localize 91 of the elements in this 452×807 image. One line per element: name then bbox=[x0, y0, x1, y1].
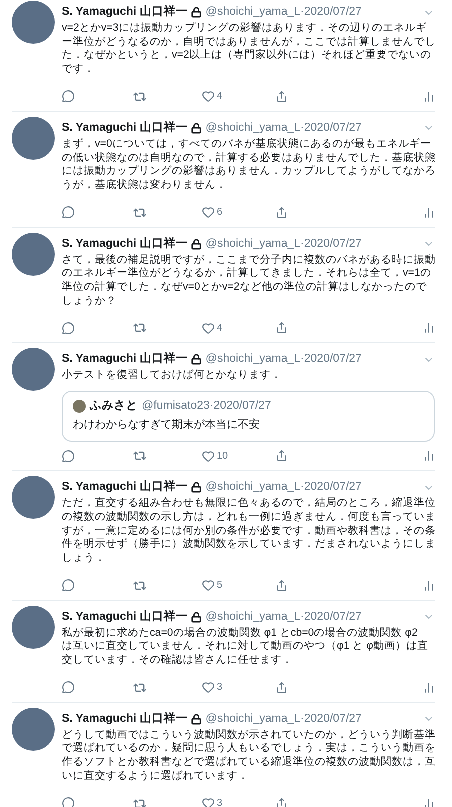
tweet-date[interactable]: 2020/07/27 bbox=[304, 479, 362, 496]
analytics-icon[interactable] bbox=[423, 450, 435, 462]
author-handle[interactable]: @shoichi_yama_L bbox=[206, 120, 301, 137]
lock-icon bbox=[190, 482, 202, 494]
share-icon[interactable] bbox=[276, 322, 288, 334]
tweet-date[interactable]: 2020/07/27 bbox=[304, 608, 362, 626]
tweet-text: 小テストを復習しておけば何とかなります． bbox=[62, 368, 283, 384]
lock-icon bbox=[190, 238, 202, 250]
avatar[interactable] bbox=[12, 348, 55, 392]
like-icon[interactable] bbox=[202, 681, 215, 694]
share-icon[interactable] bbox=[276, 90, 288, 103]
author-name[interactable]: S. Yamaguchi 山口祥一 bbox=[62, 120, 188, 137]
reply-icon[interactable] bbox=[62, 322, 75, 335]
quoted-text: わけわからなすぎて期末が本当に不安 bbox=[73, 418, 261, 434]
analytics-icon[interactable] bbox=[423, 322, 435, 334]
analytics-icon[interactable] bbox=[423, 580, 435, 592]
author-name: ふみさと bbox=[90, 399, 138, 414]
like-icon[interactable] bbox=[202, 90, 215, 104]
tweet-text: v=2とかv=3には振動カップリングの影響はあります．その辺りのエネルギ ー準位がどうなるのか，自明ではありませんが，ここでは計算しませんでし た．なぜかというと，v=2以上は（専門家以外には）それほど重要でないの です． bbox=[62, 21, 435, 77]
avatar[interactable] bbox=[12, 116, 55, 160]
separator-dot: · bbox=[210, 399, 214, 414]
share-icon[interactable] bbox=[276, 682, 288, 694]
reply-icon[interactable] bbox=[62, 579, 75, 592]
lock-icon bbox=[190, 122, 202, 134]
author-name[interactable]: S. Yamaguchi 山口祥一 bbox=[62, 710, 188, 728]
avatar[interactable] bbox=[12, 606, 55, 649]
separator-dot: · bbox=[300, 120, 304, 136]
author-name[interactable]: S. Yamaguchi 山口祥一 bbox=[62, 351, 188, 368]
separator-dot: · bbox=[300, 352, 304, 368]
share-icon[interactable] bbox=[276, 206, 288, 219]
like-icon[interactable] bbox=[202, 322, 215, 335]
avatar[interactable] bbox=[12, 476, 55, 520]
like-icon[interactable] bbox=[202, 579, 215, 592]
author-handle[interactable]: @shoichi_yama_L bbox=[206, 236, 301, 253]
separator-dot: · bbox=[300, 712, 304, 727]
tweet-date[interactable]: 2020/07/27 bbox=[304, 351, 362, 368]
like-count: 10 bbox=[217, 450, 228, 464]
author-handle[interactable]: @shoichi_yama_L bbox=[206, 479, 301, 496]
author-name[interactable]: S. Yamaguchi 山口祥一 bbox=[62, 236, 188, 253]
share-icon[interactable] bbox=[276, 450, 288, 462]
tweet-text: どうして動画ではこういう波動関数が示されていたのか，どういう判断基準 で選ばれているのか，疑問に思う人もいるでしょう．実は，こういう動画を 作るソフトとか教科書などで選ばれている縮退準位の複数の波動関数は，互 いに直交するように選ばれています． bbox=[62, 728, 435, 784]
analytics-icon[interactable] bbox=[423, 798, 435, 807]
tweet-date[interactable]: 2020/07/27 bbox=[304, 236, 362, 253]
author-handle[interactable]: @shoichi_yama_L bbox=[206, 351, 301, 368]
share-icon[interactable] bbox=[276, 798, 288, 807]
analytics-icon[interactable] bbox=[423, 682, 435, 694]
tweet-text: ただ，直交する組み合わせも無限に色々あるので，結局のところ，縮退準位 の複数の波動関数の示し方は，どれも一例に過ぎません．何度も言っていま すが，一意に定めるには何か別の条件が必要です．動画や教科書は，その条 件を明示せず（勝手に）波動関数を示しています．だまされないようにしま しょう． bbox=[62, 496, 435, 566]
reply-icon[interactable] bbox=[62, 90, 75, 104]
quoted-tweet[interactable]: ふみさと @fumisato23·2020/07/27 わけわからなすぎて期末が本当に不安 bbox=[62, 391, 435, 442]
avatar bbox=[73, 400, 86, 414]
lock-icon bbox=[190, 354, 202, 366]
avatar[interactable] bbox=[12, 1, 55, 44]
tweet-date: 2020/07/27 bbox=[214, 399, 272, 414]
like-count: 4 bbox=[217, 90, 223, 104]
author-name[interactable]: S. Yamaguchi 山口祥一 bbox=[62, 479, 188, 496]
separator-dot: · bbox=[300, 480, 304, 496]
like-count: 4 bbox=[217, 322, 223, 336]
separator-dot: · bbox=[300, 236, 304, 252]
tweet-text: 私が最初に求めたca=0の場合の波動関数 φ1 とcb=0の場合の波動関数 φ2 は互いに直交していません．それに対して動画のやつ（φ1 と φ動画）は直 交しています．その確認は皆さんに任せます． bbox=[62, 626, 430, 668]
tweet-date[interactable]: 2020/07/27 bbox=[304, 710, 362, 728]
like-count: 6 bbox=[217, 206, 223, 220]
like-count: 3 bbox=[217, 797, 223, 807]
separator-dot: · bbox=[300, 610, 304, 625]
author-name[interactable]: S. Yamaguchi 山口祥一 bbox=[62, 608, 188, 626]
reply-icon[interactable] bbox=[62, 206, 75, 220]
analytics-icon[interactable] bbox=[423, 206, 435, 219]
separator-dot: · bbox=[300, 5, 304, 20]
author-handle[interactable]: @shoichi_yama_L bbox=[206, 710, 301, 728]
author-handle[interactable]: @shoichi_yama_L bbox=[206, 4, 301, 21]
like-icon[interactable] bbox=[202, 797, 215, 807]
tweet-text: まず，v=0については，すべてのバネが基底状態にあるのが最もエネルギー の低い状態なのは自明なので，計算する必要はありませんでした．基底状態 には振動カップリングの影響はありません．カップルしてようがしてなかろ うが，基底状態は変わりません． bbox=[62, 136, 435, 193]
lock-icon bbox=[190, 7, 202, 18]
author-handle: @fumisato23 bbox=[142, 399, 210, 414]
like-count: 3 bbox=[217, 681, 223, 696]
tweet-text: さて，最後の補足説明ですが，ここまで分子内に複数のバネがある時に振動 のエネルギー準位がどうなるか，計算してきました．それらは全て，v=1の 準位の計算でした．なぜv=0とかv=2など他の準位の計算はしなかったので しょうか？ bbox=[62, 252, 435, 308]
reply-icon[interactable] bbox=[62, 681, 75, 694]
avatar[interactable] bbox=[12, 708, 55, 751]
avatar[interactable] bbox=[12, 232, 55, 276]
like-icon[interactable] bbox=[202, 206, 215, 220]
author-handle[interactable]: @shoichi_yama_L bbox=[206, 608, 301, 626]
analytics-icon[interactable] bbox=[423, 90, 435, 103]
tweet-date[interactable]: 2020/07/27 bbox=[304, 120, 362, 137]
like-count: 5 bbox=[217, 579, 223, 594]
tweet-date[interactable]: 2020/07/27 bbox=[304, 4, 362, 21]
lock-icon bbox=[190, 612, 202, 623]
author-name[interactable]: S. Yamaguchi 山口祥一 bbox=[62, 4, 188, 21]
lock-icon bbox=[190, 714, 202, 725]
like-icon[interactable] bbox=[202, 450, 215, 463]
share-icon[interactable] bbox=[276, 580, 288, 592]
reply-icon[interactable] bbox=[62, 797, 75, 807]
reply-icon[interactable] bbox=[62, 450, 75, 463]
